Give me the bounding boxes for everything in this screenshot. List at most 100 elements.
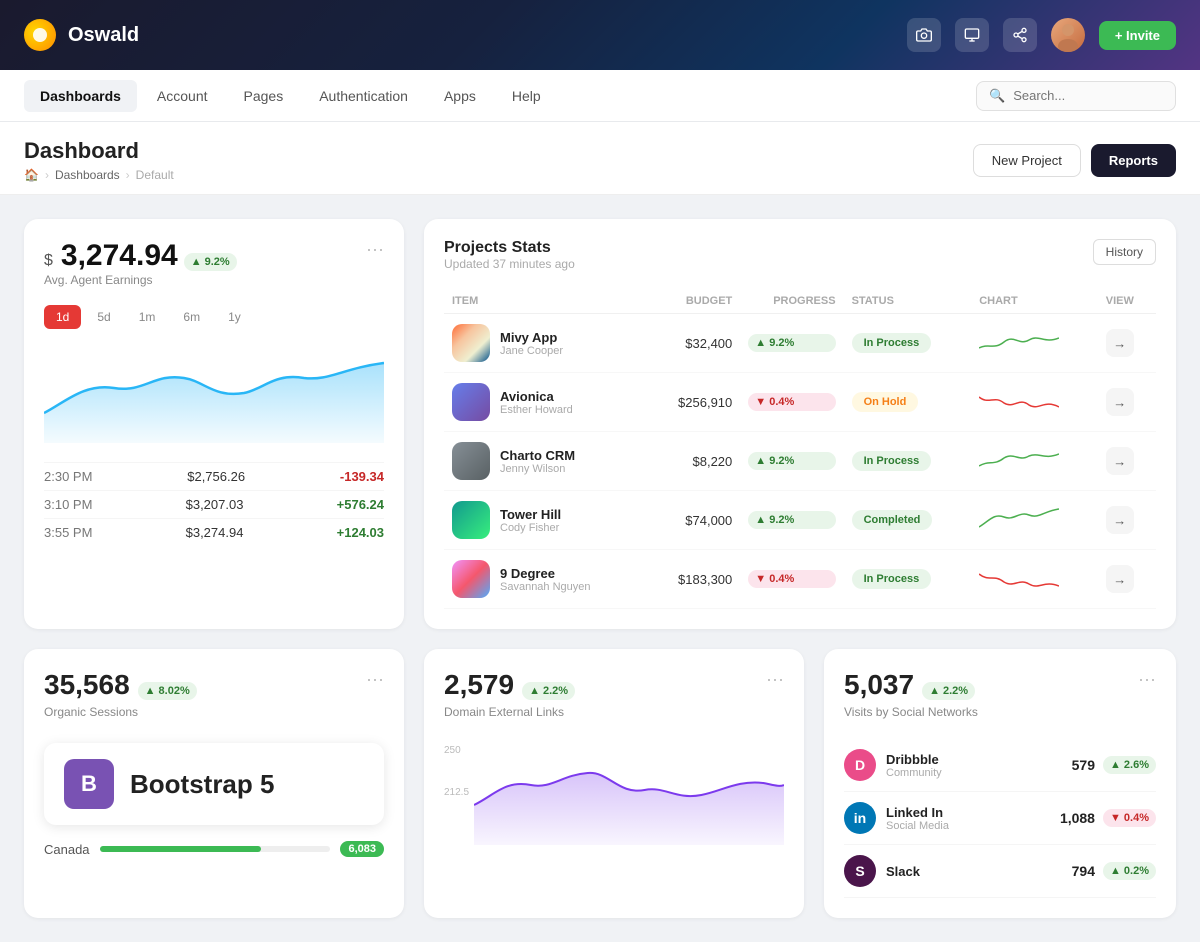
bootstrap-banner: B Bootstrap 5 bbox=[44, 743, 384, 825]
geo-row-canada: Canada 6,083 bbox=[44, 841, 384, 857]
sparkline-tower bbox=[979, 505, 1059, 533]
menu-bar: Dashboards Account Pages Authentication … bbox=[0, 70, 1200, 122]
invite-button[interactable]: + Invite bbox=[1099, 21, 1176, 50]
history-button[interactable]: History bbox=[1093, 239, 1156, 265]
domain-chart bbox=[474, 745, 784, 845]
user-avatar[interactable] bbox=[1051, 18, 1085, 52]
table-row: Tower Hill Cody Fisher $74,000 ▲ 9.2% Co… bbox=[444, 491, 1156, 550]
earnings-chart bbox=[44, 343, 384, 443]
time-tab-1d[interactable]: 1d bbox=[44, 305, 81, 329]
projects-table: ITEM BUDGET PROGRESS STATUS CHART VIEW bbox=[444, 289, 1156, 609]
projects-updated: Updated 37 minutes ago bbox=[444, 257, 575, 271]
organic-label: Organic Sessions bbox=[44, 705, 197, 719]
dribbble-icon: D bbox=[844, 749, 876, 781]
bootstrap-label: Bootstrap 5 bbox=[130, 769, 274, 800]
home-icon: 🏠 bbox=[24, 168, 39, 182]
col-view: VIEW bbox=[1098, 289, 1156, 314]
table-row: Avionica Esther Howard $256,910 ▼ 0.4% O… bbox=[444, 373, 1156, 432]
col-budget: BUDGET bbox=[648, 289, 741, 314]
projects-card: Projects Stats Updated 37 minutes ago Hi… bbox=[424, 219, 1176, 629]
sparkline-mivy bbox=[979, 328, 1059, 356]
menu-item-dashboards[interactable]: Dashboards bbox=[24, 80, 137, 112]
menu-item-authentication[interactable]: Authentication bbox=[303, 80, 424, 112]
geo-table: Canada 6,083 bbox=[44, 841, 384, 857]
project-item-avionica: Avionica Esther Howard bbox=[452, 383, 640, 421]
social-badge: ▲ 2.2% bbox=[922, 682, 975, 700]
slack-icon: S bbox=[844, 855, 876, 887]
view-btn-avionica[interactable]: → bbox=[1106, 388, 1134, 416]
menu-item-apps[interactable]: Apps bbox=[428, 80, 492, 112]
domain-label: Domain External Links bbox=[444, 705, 575, 719]
earnings-label: Avg. Agent Earnings bbox=[44, 273, 237, 287]
domain-badge: ▲ 2.2% bbox=[522, 682, 575, 700]
project-item-charto: Charto CRM Jenny Wilson bbox=[452, 442, 640, 480]
organic-badge: ▲ 8.02% bbox=[138, 682, 197, 700]
nav-icon-monitor[interactable] bbox=[955, 18, 989, 52]
table-row: Mivy App Jane Cooper $32,400 ▲ 9.2% In P… bbox=[444, 314, 1156, 373]
sparkline-9degree bbox=[979, 564, 1059, 592]
social-row-dribbble: D Dribbble Community 579 ▲ 2.6% bbox=[844, 739, 1156, 792]
page-header: Dashboard 🏠 › Dashboards › Default New P… bbox=[0, 122, 1200, 195]
domain-more-btn[interactable]: ··· bbox=[766, 669, 784, 690]
domain-chart-area: 250 212.5 bbox=[444, 745, 784, 845]
top-navbar: Oswald + Invite bbox=[0, 0, 1200, 70]
earnings-badge: ▲ 9.2% bbox=[184, 253, 237, 271]
project-thumb-mivy bbox=[452, 324, 490, 362]
new-project-button[interactable]: New Project bbox=[973, 144, 1081, 177]
nav-icon-camera[interactable] bbox=[907, 18, 941, 52]
tx-row-2: 3:10 PM $3,207.03 +576.24 bbox=[44, 490, 384, 518]
project-item-9degree: 9 Degree Savannah Nguyen bbox=[452, 560, 640, 598]
project-thumb-9degree bbox=[452, 560, 490, 598]
project-thumb-tower bbox=[452, 501, 490, 539]
sparkline-avionica bbox=[979, 387, 1059, 415]
earnings-more-btn[interactable]: ··· bbox=[366, 239, 384, 260]
organic-sessions-card: 35,568 ▲ 8.02% Organic Sessions ··· B Bo… bbox=[24, 649, 404, 918]
logo-icon bbox=[24, 19, 56, 51]
table-row: Charto CRM Jenny Wilson $8,220 ▲ 9.2% In… bbox=[444, 432, 1156, 491]
view-btn-tower[interactable]: → bbox=[1106, 506, 1134, 534]
tx-row-3: 3:55 PM $3,274.94 +124.03 bbox=[44, 518, 384, 546]
reports-button[interactable]: Reports bbox=[1091, 144, 1176, 177]
breadcrumb-default: Default bbox=[136, 168, 174, 182]
social-more-btn[interactable]: ··· bbox=[1138, 669, 1156, 690]
view-btn-mivy[interactable]: → bbox=[1106, 329, 1134, 357]
social-row-slack: S Slack 794 ▲ 0.2% bbox=[844, 845, 1156, 898]
nav-icon-share[interactable] bbox=[1003, 18, 1037, 52]
view-btn-charto[interactable]: → bbox=[1106, 447, 1134, 475]
col-progress: PROGRESS bbox=[740, 289, 843, 314]
menu-item-account[interactable]: Account bbox=[141, 80, 224, 112]
time-tab-1m[interactable]: 1m bbox=[127, 305, 168, 329]
breadcrumb: 🏠 › Dashboards › Default bbox=[24, 168, 174, 182]
earnings-amount: $ 3,274.94 ▲ 9.2% bbox=[44, 239, 237, 273]
time-tab-5d[interactable]: 5d bbox=[85, 305, 122, 329]
time-tab-1y[interactable]: 1y bbox=[216, 305, 253, 329]
page-title: Dashboard bbox=[24, 138, 174, 164]
page-title-area: Dashboard 🏠 › Dashboards › Default bbox=[24, 138, 174, 182]
menu-item-pages[interactable]: Pages bbox=[228, 80, 300, 112]
social-row-linkedin: in Linked In Social Media 1,088 ▼ 0.4% bbox=[844, 792, 1156, 845]
brand-name: Oswald bbox=[68, 24, 139, 47]
project-thumb-charto bbox=[452, 442, 490, 480]
menu-item-help[interactable]: Help bbox=[496, 80, 557, 112]
time-tab-6m[interactable]: 6m bbox=[171, 305, 212, 329]
search-box: 🔍 bbox=[976, 81, 1176, 111]
col-item: ITEM bbox=[444, 289, 648, 314]
col-chart: CHART bbox=[971, 289, 1098, 314]
project-item-mivy: Mivy App Jane Cooper bbox=[452, 324, 640, 362]
search-icon: 🔍 bbox=[989, 88, 1005, 104]
search-input[interactable] bbox=[1013, 88, 1163, 103]
social-label: Visits by Social Networks bbox=[844, 705, 978, 719]
time-tabs: 1d 5d 1m 6m 1y bbox=[44, 305, 384, 329]
main-content: $ 3,274.94 ▲ 9.2% Avg. Agent Earnings ··… bbox=[0, 195, 1200, 942]
project-item-tower: Tower Hill Cody Fisher bbox=[452, 501, 640, 539]
sparkline-charto bbox=[979, 446, 1059, 474]
bootstrap-icon: B bbox=[64, 759, 114, 809]
nav-left: Oswald bbox=[24, 19, 139, 51]
organic-more-btn[interactable]: ··· bbox=[366, 669, 384, 690]
view-btn-9degree[interactable]: → bbox=[1106, 565, 1134, 593]
row-1: $ 3,274.94 ▲ 9.2% Avg. Agent Earnings ··… bbox=[24, 219, 1176, 629]
project-thumb-avionica bbox=[452, 383, 490, 421]
col-status: STATUS bbox=[844, 289, 972, 314]
breadcrumb-dashboards[interactable]: Dashboards bbox=[55, 168, 120, 182]
menu-items: Dashboards Account Pages Authentication … bbox=[24, 80, 557, 112]
